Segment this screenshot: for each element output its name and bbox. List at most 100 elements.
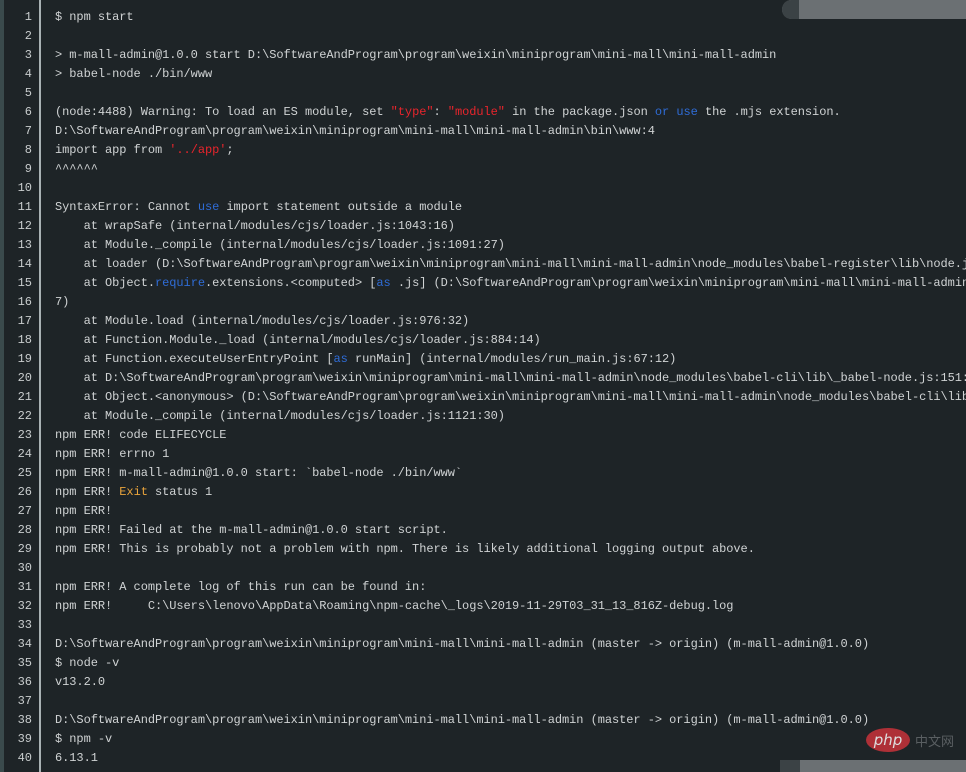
line-number: 2 — [24, 29, 32, 43]
text-token: at Module._compile (internal/modules/cjs… — [55, 409, 505, 423]
line-text: $ npm -v — [55, 730, 966, 749]
terminal-output[interactable]: 1 $ npm start 2 3 > m-mall-admin@1.0.0 start… — [0, 8, 966, 768]
line-number: 11 — [17, 200, 32, 214]
line-number: 12 — [17, 219, 32, 233]
line-number: 28 — [17, 523, 32, 537]
line-text: npm ERR! — [55, 502, 966, 521]
line-number: 14 — [17, 257, 32, 271]
line-text: > babel-node ./bin/www — [55, 65, 966, 84]
line-number: 8 — [24, 143, 32, 157]
line-number: 27 — [17, 504, 32, 518]
code-line: 26 npm ERR! Exit status 1 — [0, 483, 966, 502]
text-token: at Function.Module._load (internal/modul… — [55, 333, 541, 347]
line-number: 21 — [17, 390, 32, 404]
line-text: at wrapSafe (internal/modules/cjs/loader… — [55, 217, 966, 236]
text-token: npm ERR! C:\Users\lenovo\AppData\Roaming… — [55, 599, 734, 613]
text-token: v13.2.0 — [55, 675, 105, 689]
line-number: 31 — [17, 580, 32, 594]
text-token: in the package.json — [504, 105, 655, 119]
code-line: 25 npm ERR! m-mall-admin@1.0.0 start: `ba… — [0, 464, 966, 483]
text-token: import app from — [55, 143, 170, 157]
line-text: (node:4488) Warning: To load an ES modul… — [55, 103, 966, 122]
line-number: 35 — [17, 656, 32, 670]
text-token: npm ERR! Failed at the m-mall-admin@1.0.… — [55, 523, 448, 537]
code-line: 18 at Function.Module._load (internal/mo… — [0, 331, 966, 350]
code-line: 23 npm ERR! code ELIFECYCLE — [0, 426, 966, 445]
code-line: 12 at wrapSafe (internal/modules/cjs/loa… — [0, 217, 966, 236]
code-line: 21 at Object.<anonymous> (D:\SoftwareAnd… — [0, 388, 966, 407]
horizontal-scrollbar-bottom[interactable] — [780, 760, 966, 772]
text-token: $ npm -v — [55, 732, 113, 746]
text-token: $ node -v — [55, 656, 120, 670]
code-line: 11 SyntaxError: Cannot use import stateme… — [0, 198, 966, 217]
line-number: 13 — [17, 238, 32, 252]
line-number: 32 — [17, 599, 32, 613]
line-number: 5 — [24, 86, 32, 100]
horizontal-scrollbar-top[interactable] — [782, 0, 966, 19]
text-token: at wrapSafe (internal/modules/cjs/loader… — [55, 219, 455, 233]
line-text: npm ERR! errno 1 — [55, 445, 966, 464]
line-number: 6 — [24, 105, 32, 119]
text-token: at loader (D:\SoftwareAndProgram\program… — [55, 257, 966, 271]
string-token: "type" — [390, 105, 434, 119]
keyword-token: require — [154, 276, 205, 290]
code-line: 32 npm ERR! C:\Users\lenovo\AppData\Roami… — [0, 597, 966, 616]
text-token: at Object.<anonymous> (D:\SoftwareAndPro… — [55, 390, 966, 404]
text-token: npm ERR! A complete log of this run can … — [55, 580, 427, 594]
text-token: import statement outside a module — [219, 200, 463, 214]
line-number: 18 — [17, 333, 32, 347]
line-text: npm ERR! m-mall-admin@1.0.0 start: `babe… — [55, 464, 966, 483]
line-number: 20 — [17, 371, 32, 385]
line-number: 3 — [24, 48, 32, 62]
code-line: 14 at loader (D:\SoftwareAndProgram\prog… — [0, 255, 966, 274]
text-token: the .mjs extension. — [697, 105, 841, 119]
line-number: 34 — [17, 637, 32, 651]
highlight-token: Exit — [119, 485, 148, 499]
text-token: 6.13.1 — [55, 751, 98, 765]
text-token: at Function.executeUserEntryPoint [ — [55, 352, 334, 366]
line-number: 29 — [17, 542, 32, 556]
text-token: (node:4488) Warning: To load an ES modul… — [55, 105, 391, 119]
keyword-token: as — [376, 276, 391, 290]
line-text: at Function.executeUserEntryPoint [as ru… — [55, 350, 966, 369]
line-text: at Object.require.extensions.<computed> … — [55, 274, 966, 293]
line-text: v13.2.0 — [55, 673, 966, 692]
code-line: 39 $ npm -v — [0, 730, 966, 749]
line-text: npm ERR! This is probably not a problem … — [55, 540, 966, 559]
php-logo-watermark: php — [866, 728, 910, 752]
text-token: > m-mall-admin@1.0.0 start D:\SoftwareAn… — [55, 48, 777, 62]
code-line: 34 D:\SoftwareAndProgram\program\weixin\m… — [0, 635, 966, 654]
watermark-logo-text: php — [873, 731, 903, 749]
line-number: 23 — [17, 428, 32, 442]
text-token: : — [433, 105, 448, 119]
text-token: D:\SoftwareAndProgram\program\weixin\min… — [55, 637, 870, 651]
text-token: npm ERR! This is probably not a problem … — [55, 542, 755, 556]
code-line: 17 at Module.load (internal/modules/cjs/… — [0, 312, 966, 331]
code-line: 4 > babel-node ./bin/www — [0, 65, 966, 84]
code-line: 35 $ node -v — [0, 654, 966, 673]
code-line: 15 at Object.require.extensions.<compute… — [0, 274, 966, 293]
keyword-token: use — [676, 105, 698, 119]
line-number: 24 — [17, 447, 32, 461]
line-text: npm ERR! C:\Users\lenovo\AppData\Roaming… — [55, 597, 966, 616]
code-line: 30 — [0, 559, 966, 578]
watermark-text: 中文网 — [915, 735, 955, 750]
line-number: 37 — [17, 694, 32, 708]
line-text: > m-mall-admin@1.0.0 start D:\SoftwareAn… — [55, 46, 966, 65]
code-line: 27 npm ERR! — [0, 502, 966, 521]
code-line: 24 npm ERR! errno 1 — [0, 445, 966, 464]
text-token: ^^^^^^ — [55, 162, 98, 176]
line-text: $ node -v — [55, 654, 966, 673]
text-token: D:\SoftwareAndProgram\program\weixin\min… — [55, 124, 655, 138]
text-token: > babel-node ./bin/www — [55, 67, 213, 81]
line-text: D:\SoftwareAndProgram\program\weixin\min… — [55, 711, 966, 730]
text-token: status 1 — [147, 485, 213, 499]
line-number: 33 — [17, 618, 32, 632]
line-number: 16 — [17, 295, 32, 309]
text-token: SyntaxError: Cannot — [55, 200, 198, 214]
keyword-token: as — [333, 352, 348, 366]
code-line: 20 at D:\SoftwareAndProgram\program\weix… — [0, 369, 966, 388]
text-token: D:\SoftwareAndProgram\program\weixin\min… — [55, 713, 870, 727]
line-text: npm ERR! Exit status 1 — [55, 483, 966, 502]
text-token: at Object. — [55, 276, 155, 290]
